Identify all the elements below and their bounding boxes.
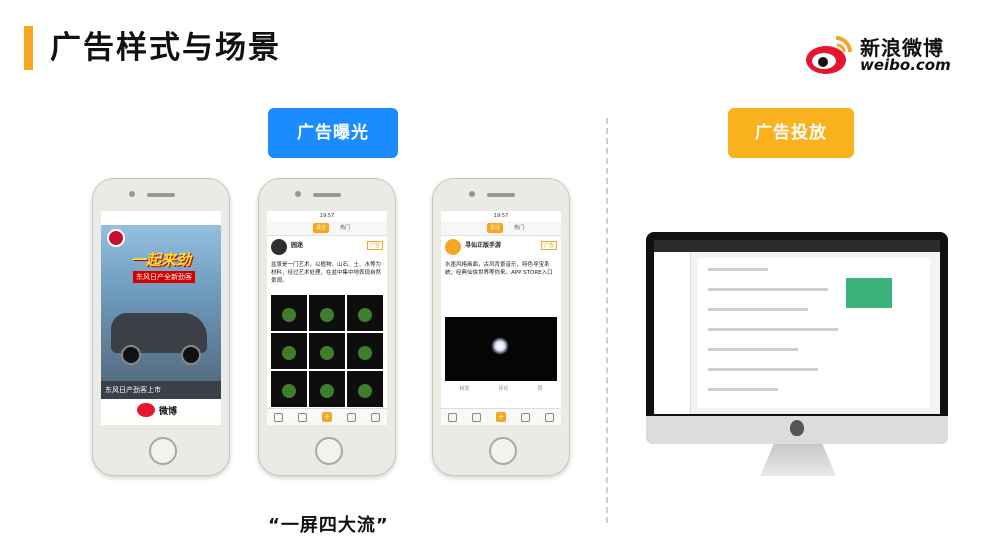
grid-image[interactable] (271, 295, 307, 331)
form-line (708, 328, 838, 331)
form-line (708, 368, 818, 371)
title-accent-bar (24, 26, 33, 70)
status-bar: 19:57 (319, 213, 335, 219)
grid-image[interactable] (309, 371, 345, 407)
bottom-caption: “一屏四大流” (268, 515, 389, 536)
platform-preview-card (846, 278, 892, 308)
message-tab-icon[interactable] (472, 412, 482, 422)
phone-speaker (487, 193, 515, 197)
phone-camera (129, 191, 135, 197)
app-name: 微博 (159, 407, 178, 417)
phone-feed-image-ad: 19:57 关注 热门 园迷 广告 盆景是一门艺术，以植物、山石、土、水等为材料… (258, 178, 396, 476)
home-tab-icon[interactable] (274, 412, 284, 422)
post-text: 水墨风格画面，古风背景音乐，特色寻宝系统，经典仙侠世界等你来。APP STORE… (445, 262, 553, 276)
profile-tab-icon[interactable] (370, 412, 380, 422)
ad-delivery-label: 广告投放 (728, 108, 854, 158)
home-button[interactable] (489, 437, 517, 465)
tab-follow[interactable]: 关注 (487, 223, 504, 233)
grid-image[interactable] (347, 371, 383, 407)
platform-top-bar (654, 240, 940, 252)
apple-logo-icon (790, 420, 804, 436)
post-username[interactable]: 园迷 (291, 240, 303, 249)
discover-tab-icon[interactable] (520, 412, 530, 422)
weibo-eye-icon (137, 403, 155, 417)
message-tab-icon[interactable] (298, 412, 308, 422)
tab-hot[interactable]: 热门 (511, 223, 527, 233)
grid-image[interactable] (309, 295, 345, 331)
car-wheel (121, 345, 141, 365)
grid-image[interactable] (347, 333, 383, 369)
video-player[interactable] (445, 317, 557, 381)
grid-image[interactable] (271, 371, 307, 407)
home-button[interactable] (315, 437, 343, 465)
phone-speaker (147, 193, 175, 197)
nissan-logo-icon (107, 229, 125, 247)
image-grid (271, 295, 383, 407)
form-line (708, 288, 828, 291)
platform-form-panel (698, 258, 930, 408)
profile-tab-icon[interactable] (544, 412, 554, 422)
ad-caption-bar[interactable]: 东风日产劲客上市 (101, 381, 221, 399)
bottom-tab-bar: + (267, 408, 387, 425)
comment-button[interactable]: 评论 (498, 385, 508, 395)
status-bar: 19:57 (493, 213, 509, 219)
grid-image[interactable] (271, 333, 307, 369)
avatar[interactable] (445, 239, 461, 255)
avatar[interactable] (271, 239, 287, 255)
home-tab-icon[interactable] (448, 412, 458, 422)
form-line (708, 268, 768, 271)
phone-splash-ad: 一起来劲 东风日产全新劲客 东风日产劲客上市 微博 (92, 178, 230, 476)
weibo-eye-icon (806, 36, 852, 74)
car-wheel (181, 345, 201, 365)
discover-tab-icon[interactable] (346, 412, 356, 422)
phone-feed-video-ad: 19:57 关注 热门 寻仙正版手游 广告 水墨风格画面，古风背景音乐，特色寻宝… (432, 178, 570, 476)
compose-plus-icon[interactable]: + (321, 412, 332, 422)
post-text: 盆景是一门艺术，以植物、山石、土、水等为材料，经过艺术处理，在盆中集中地表现自然… (271, 262, 382, 284)
bottom-tab-bar: + (441, 408, 561, 425)
ad-platform-screen (654, 240, 940, 414)
grid-image[interactable] (347, 295, 383, 331)
post-actions: 转发 评论 赞 (445, 385, 557, 395)
phone-screen: 19:57 关注 热门 园迷 广告 盆景是一门艺术，以植物、山石、土、水等为材料… (267, 211, 387, 425)
form-line (708, 388, 778, 391)
ad-subline: 东风日产全新劲客 (133, 271, 195, 283)
phone-screen: 19:57 关注 热门 寻仙正版手游 广告 水墨风格画面，古风背景音乐，特色寻宝… (441, 211, 561, 425)
ad-slogan: 一起来劲 (131, 251, 192, 269)
feed-nav-bar: 关注 热门 (267, 221, 387, 236)
page-title: 广告样式与场景 (50, 30, 281, 66)
post-username[interactable]: 寻仙正版手游 (465, 240, 501, 249)
section-divider (606, 118, 608, 523)
repost-button[interactable]: 转发 (459, 385, 469, 395)
grid-image[interactable] (309, 333, 345, 369)
lens-flare (491, 337, 509, 355)
compose-plus-icon[interactable]: + (495, 412, 506, 422)
weibo-logo: 新浪微博 weibo.com (804, 30, 964, 78)
phone-screen: 一起来劲 东风日产全新劲客 东风日产劲客上市 微博 (101, 211, 221, 425)
phone-speaker (313, 193, 341, 197)
form-line (708, 308, 808, 311)
phone-camera (469, 191, 475, 197)
feed-nav-bar: 关注 热门 (441, 221, 561, 236)
ad-top-strip (101, 211, 221, 225)
ad-badge: 广告 (366, 241, 383, 250)
post-header: 寻仙正版手游 广告 (445, 239, 557, 261)
phone-camera (295, 191, 301, 197)
platform-sidebar (654, 252, 691, 414)
desktop-monitor (646, 232, 948, 444)
ad-exposure-label: 广告曝光 (268, 108, 398, 158)
splash-ad-image[interactable]: 一起来劲 东风日产全新劲客 (101, 211, 221, 381)
ad-badge: 广告 (540, 241, 557, 250)
monitor-stand (760, 444, 836, 476)
tab-hot[interactable]: 热门 (337, 223, 353, 233)
splash-footer: 微博 (101, 399, 221, 425)
post-header: 园迷 广告 (271, 239, 383, 261)
like-button[interactable]: 赞 (537, 385, 542, 395)
tab-follow[interactable]: 关注 (313, 223, 330, 233)
brand-domain: weibo.com (860, 56, 951, 74)
form-line (708, 348, 798, 351)
home-button[interactable] (149, 437, 177, 465)
